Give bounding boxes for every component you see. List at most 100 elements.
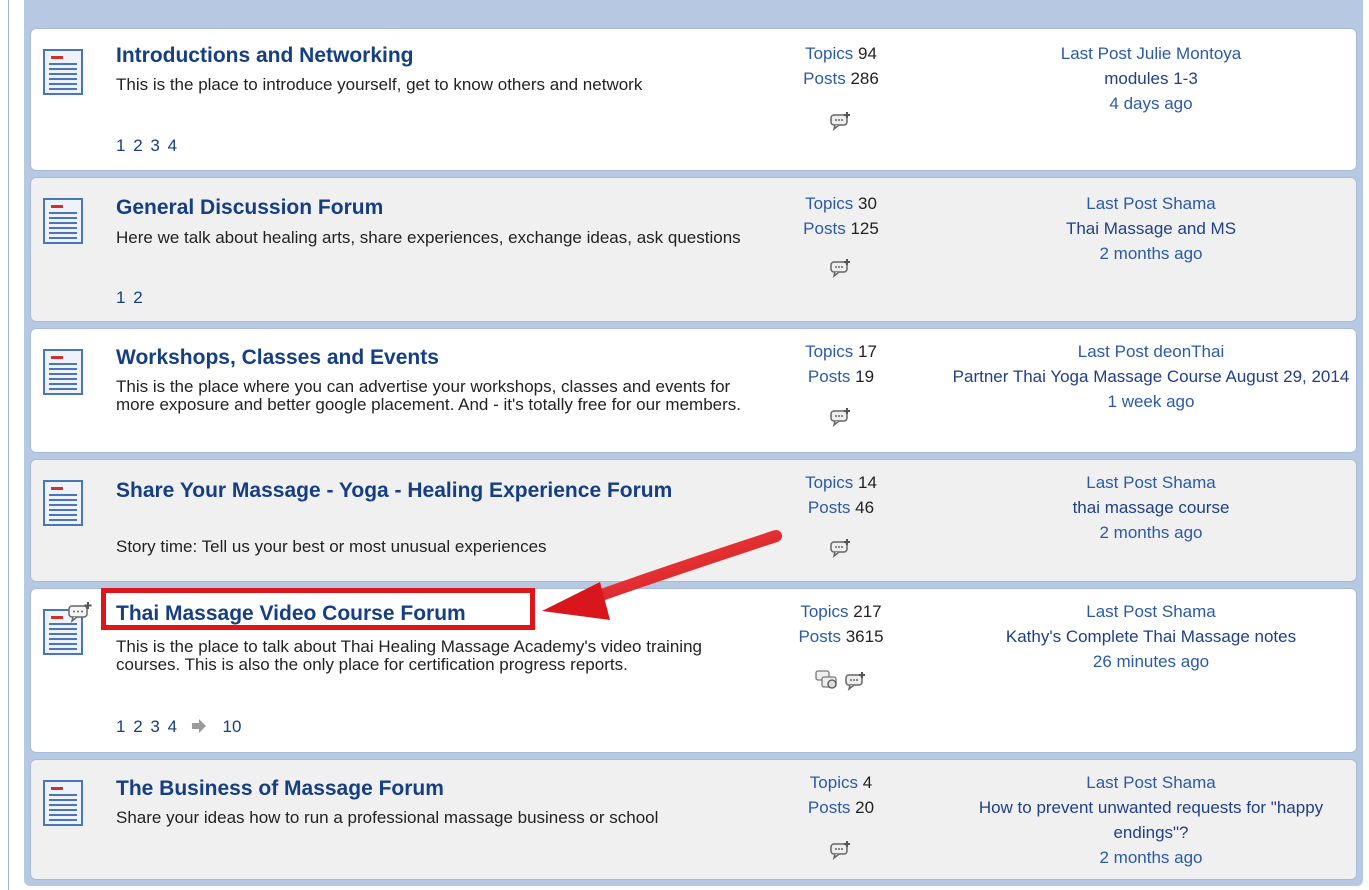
new-post-icon[interactable] <box>830 840 852 860</box>
forum-row: General Discussion Forum Here we talk ab… <box>30 177 1357 322</box>
reply-icons <box>771 111 911 136</box>
forum-description: This is the place where you can advertis… <box>116 377 742 414</box>
forum-title[interactable]: General Discussion Forum <box>116 195 736 220</box>
last-post-user[interactable]: Shama <box>1162 473 1216 492</box>
posts-label: Posts <box>807 798 851 817</box>
posts-count: 286 <box>850 69 879 88</box>
last-post-time: 4 days ago <box>1109 94 1193 113</box>
last-post: Last Post Shama Kathy's Complete Thai Ma… <box>931 599 1369 674</box>
forum-row: The Business of Massage Forum Share your… <box>30 759 1357 880</box>
topics-label: Topics <box>805 44 854 63</box>
posts-count: 125 <box>850 219 879 238</box>
last-post-topic[interactable]: thai massage course <box>931 495 1369 520</box>
last-post-topic[interactable]: How to prevent unwanted requests for "ha… <box>961 795 1341 845</box>
topics-count: 14 <box>858 473 877 492</box>
posts-label: Posts <box>803 69 846 88</box>
last-post-label: Last Post <box>1086 194 1158 213</box>
last-post-time: 26 minutes ago <box>1092 652 1210 671</box>
last-post-user[interactable]: Shama <box>1162 773 1216 792</box>
posts-label: Posts <box>803 219 846 238</box>
forum-description: This is the place to talk about Thai Hea… <box>116 637 702 674</box>
last-post-label: Last Post <box>1060 44 1132 63</box>
forum-title[interactable]: Introductions and Networking <box>116 43 736 68</box>
last-post-user[interactable]: Julie Montoya <box>1136 44 1241 63</box>
last-post-user[interactable]: Shama <box>1162 602 1216 621</box>
page-link[interactable]: 1 <box>116 288 125 307</box>
last-post-topic[interactable]: Partner Thai Yoga Massage Course August … <box>951 364 1351 389</box>
page-link[interactable]: 1 <box>116 717 125 736</box>
page-link[interactable]: 2 <box>133 288 142 307</box>
document-icon <box>43 780 83 826</box>
new-post-badge-icon <box>68 602 92 623</box>
posts-label: Posts <box>807 498 851 517</box>
last-post-user[interactable]: Shama <box>1162 194 1216 213</box>
reply-icons <box>771 407 911 432</box>
page-link[interactable]: 1 <box>116 136 125 155</box>
posts-count: 20 <box>855 798 875 817</box>
topics-count: 4 <box>862 773 873 792</box>
page-link[interactable]: 4 <box>168 717 177 736</box>
new-post-icon[interactable] <box>830 407 852 427</box>
forum-description: Here we talk about healing arts, share e… <box>116 228 741 247</box>
forum-description: Story time: Tell us your best or most un… <box>116 537 547 556</box>
page-link[interactable]: 10 <box>223 717 242 736</box>
posts-count: 19 <box>855 367 875 386</box>
topics-label: Topics <box>800 602 849 621</box>
reply-icons <box>771 258 911 283</box>
last-post-label: Last Post <box>1086 473 1158 492</box>
last-post-topic[interactable]: Kathy's Complete Thai Massage notes <box>931 624 1369 649</box>
last-post-label: Last Post <box>1077 342 1149 361</box>
left-border <box>8 0 9 890</box>
last-post-topic[interactable]: Thai Massage and MS <box>931 216 1369 241</box>
topics-count: 30 <box>858 194 877 213</box>
last-post-topic[interactable]: modules 1-3 <box>931 66 1369 91</box>
forum-stats: Topics 14 Posts 46 <box>771 470 911 520</box>
posts-label: Posts <box>798 627 841 646</box>
forum-row: Introductions and Networking This is the… <box>30 28 1357 171</box>
forum-pages: 1 2 3 4 10 <box>116 717 241 737</box>
last-post-user[interactable]: deonThai <box>1153 342 1224 361</box>
forum-description: Share your ideas how to run a profession… <box>116 808 659 827</box>
page-link[interactable]: 2 <box>133 717 142 736</box>
page-link[interactable]: 3 <box>150 717 159 736</box>
forum-stats: Topics 217 Posts 3615 <box>771 599 911 649</box>
posts-count: 3615 <box>845 627 884 646</box>
forum-title[interactable]: The Business of Massage Forum <box>116 776 736 801</box>
reply-icons <box>771 538 911 563</box>
last-post: Last Post Shama How to prevent unwanted … <box>931 770 1369 870</box>
new-post-icon[interactable] <box>830 538 852 558</box>
arrow-right-icon <box>191 719 206 733</box>
new-post-icon[interactable] <box>845 671 867 691</box>
multi-post-icon[interactable] <box>815 669 839 691</box>
new-post-icon[interactable] <box>830 111 852 131</box>
forum-list: Introductions and Networking This is the… <box>24 0 1363 886</box>
last-post-time: 2 months ago <box>1099 523 1203 542</box>
last-post-time: 1 week ago <box>1107 392 1195 411</box>
new-post-icon[interactable] <box>830 258 852 278</box>
forum-description: This is the place to introduce yourself,… <box>116 75 643 94</box>
document-icon <box>43 49 83 95</box>
page-link[interactable]: 3 <box>150 136 159 155</box>
document-icon <box>43 480 83 526</box>
forum-stats: Topics 30 Posts 125 <box>771 191 911 241</box>
page-link[interactable]: 4 <box>168 136 177 155</box>
last-post: Last Post Julie Montoya modules 1-3 4 da… <box>931 41 1369 116</box>
last-post-time: 2 months ago <box>1099 244 1203 263</box>
forum-title[interactable]: Workshops, Classes and Events <box>116 345 736 370</box>
forum-row: Workshops, Classes and Events This is th… <box>30 328 1357 453</box>
forum-row: Share Your Massage - Yoga - Healing Expe… <box>30 459 1357 582</box>
forum-title[interactable]: Share Your Massage - Yoga - Healing Expe… <box>116 477 716 505</box>
topics-count: 94 <box>858 44 877 63</box>
page-link[interactable]: 2 <box>133 136 142 155</box>
topics-label: Topics <box>805 194 854 213</box>
last-post-label: Last Post <box>1086 773 1158 792</box>
topics-label: Topics <box>809 773 858 792</box>
document-icon <box>43 349 83 395</box>
forum-stats: Topics 4 Posts 20 <box>771 770 911 820</box>
topics-label: Topics <box>805 342 854 361</box>
forum-pages: 1 2 <box>116 288 143 308</box>
posts-count: 46 <box>855 498 875 517</box>
last-post: Last Post deonThai Partner Thai Yoga Mas… <box>931 339 1369 414</box>
topics-count: 217 <box>853 602 882 621</box>
forum-stats: Topics 17 Posts 19 <box>771 339 911 389</box>
